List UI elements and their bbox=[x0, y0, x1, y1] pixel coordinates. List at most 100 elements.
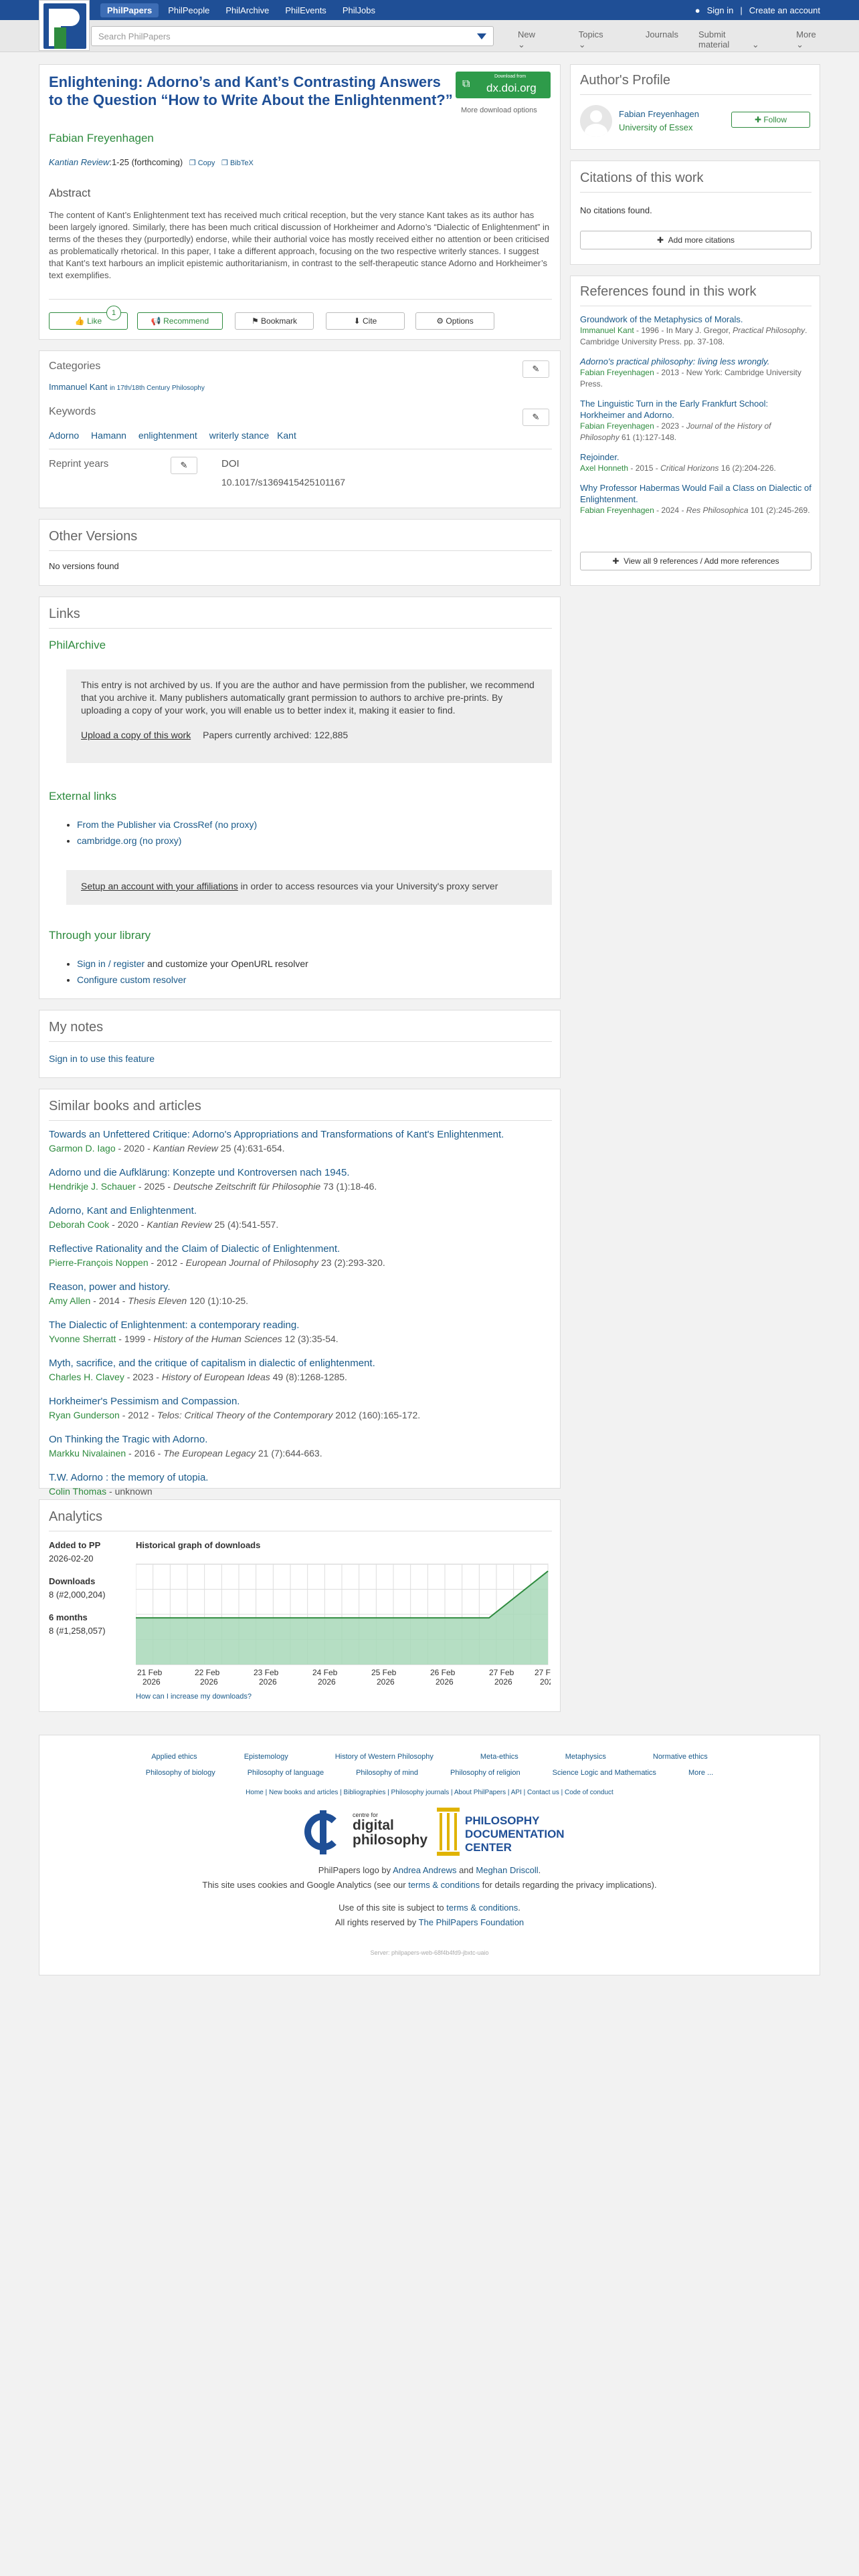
footer-link[interactable]: Epistemology bbox=[244, 1753, 288, 1761]
similar-title[interactable]: T.W. Adorno : the memory of utopia. bbox=[49, 1471, 552, 1485]
profile-name[interactable]: Fabian Freyenhagen bbox=[619, 109, 699, 119]
nav-philevents[interactable]: PhilEvents bbox=[278, 3, 332, 17]
footer-link[interactable]: API bbox=[511, 1789, 522, 1796]
similar-author[interactable]: Markku Nivalainen bbox=[49, 1448, 126, 1459]
add-citations-button[interactable]: ✚ Add more citations bbox=[580, 231, 812, 249]
subnav-journals[interactable]: Journals bbox=[646, 29, 678, 50]
upload-link[interactable]: Upload a copy of this work bbox=[81, 730, 191, 740]
foundation-link[interactable]: The PhilPapers Foundation bbox=[419, 1917, 524, 1927]
philpapers-logo[interactable] bbox=[39, 0, 90, 51]
reference-title[interactable]: Why Professor Habermas Would Fail a Clas… bbox=[580, 482, 812, 505]
reference-title[interactable]: Groundwork of the Metaphysics of Morals. bbox=[580, 314, 812, 325]
pdc-logo[interactable]: PHILOSOPHY DOCUMENTATION CENTER bbox=[434, 1808, 565, 1858]
subnav-more[interactable]: More ⌄ bbox=[796, 29, 839, 50]
footer-link[interactable]: History of Western Philosophy bbox=[335, 1753, 434, 1761]
reference-author[interactable]: Axel Honneth bbox=[580, 463, 628, 473]
footer-link[interactable]: Bibliographies bbox=[344, 1789, 386, 1796]
similar-author[interactable]: Hendrikje J. Schauer bbox=[49, 1181, 136, 1192]
proxy-link[interactable]: Setup an account with your affiliations bbox=[81, 881, 238, 891]
follow-button[interactable]: ✚ Follow bbox=[731, 112, 810, 128]
reference-title[interactable]: Rejoinder. bbox=[580, 451, 812, 463]
edit-categories-button[interactable]: ✎ bbox=[522, 360, 549, 378]
similar-author[interactable]: Colin Thomas bbox=[49, 1486, 106, 1497]
footer-link[interactable]: About PhilPapers bbox=[454, 1789, 506, 1796]
crossref-link[interactable]: From the Publisher via CrossRef (no prox… bbox=[77, 819, 257, 830]
category-sub[interactable]: in 17th/18th Century Philosophy bbox=[110, 385, 205, 392]
resolver-link[interactable]: Configure custom resolver bbox=[77, 974, 186, 985]
credit-link[interactable]: Andrea Andrews bbox=[393, 1865, 456, 1875]
category-link[interactable]: Immanuel Kant bbox=[49, 382, 107, 392]
similar-author[interactable]: Pierre-François Noppen bbox=[49, 1257, 149, 1268]
similar-author[interactable]: Charles H. Clavey bbox=[49, 1372, 124, 1382]
create-account-link[interactable]: Create an account bbox=[749, 5, 820, 15]
similar-author[interactable]: Garmon D. Iago bbox=[49, 1143, 116, 1154]
similar-title[interactable]: Horkheimer's Pessimism and Compassion. bbox=[49, 1395, 552, 1408]
similar-title[interactable]: Adorno, Kant and Enlightenment. bbox=[49, 1204, 552, 1218]
reference-author[interactable]: Fabian Freyenhagen bbox=[580, 506, 654, 515]
nav-philpapers[interactable]: PhilPapers bbox=[100, 3, 159, 17]
keyword[interactable]: Adorno bbox=[49, 430, 79, 441]
footer-link[interactable]: Science Logic and Mathematics bbox=[553, 1769, 656, 1777]
similar-title[interactable]: Myth, sacrifice, and the critique of cap… bbox=[49, 1357, 552, 1370]
reference-title[interactable]: The Linguistic Turn in the Early Frankfu… bbox=[580, 398, 812, 421]
footer-link[interactable]: More ... bbox=[688, 1769, 713, 1777]
download-button[interactable]: ⧉ Download from dx.doi.org bbox=[456, 72, 551, 98]
nav-philarchive[interactable]: PhilArchive bbox=[219, 3, 276, 17]
journal-link[interactable]: Kantian Review bbox=[49, 157, 109, 167]
similar-author[interactable]: Ryan Gunderson bbox=[49, 1410, 120, 1420]
footer-link[interactable]: Philosophy of language bbox=[248, 1769, 324, 1777]
footer-link[interactable]: Contact us bbox=[527, 1789, 559, 1796]
similar-title[interactable]: Reflective Rationality and the Claim of … bbox=[49, 1243, 552, 1256]
similar-author[interactable]: Amy Allen bbox=[49, 1295, 90, 1306]
similar-title[interactable]: The Dialectic of Enlightenment: a contem… bbox=[49, 1319, 552, 1332]
similar-title[interactable]: Towards an Unfettered Critique: Adorno's… bbox=[49, 1128, 552, 1142]
cambridge-link[interactable]: cambridge.org (no proxy) bbox=[77, 835, 181, 846]
avatar[interactable] bbox=[580, 105, 612, 137]
more-download-options[interactable]: More download options bbox=[461, 106, 537, 114]
footer-link[interactable]: New books and articles bbox=[269, 1789, 338, 1796]
terms-link[interactable]: terms & conditions bbox=[408, 1880, 480, 1890]
footer-link[interactable]: Philosophy of religion bbox=[450, 1769, 520, 1777]
similar-title[interactable]: Reason, power and history. bbox=[49, 1281, 552, 1294]
work-author[interactable]: Fabian Freyenhagen bbox=[49, 132, 154, 145]
footer-link[interactable]: Applied ethics bbox=[151, 1753, 197, 1761]
similar-author[interactable]: Yvonne Sherratt bbox=[49, 1333, 116, 1344]
reference-author[interactable]: Fabian Freyenhagen bbox=[580, 421, 654, 431]
footer-link[interactable]: Philosophy of mind bbox=[356, 1769, 418, 1777]
nav-philjobs[interactable]: PhilJobs bbox=[336, 3, 382, 17]
footer-link[interactable]: Meta-ethics bbox=[480, 1753, 518, 1761]
dropdown-arrow-icon[interactable] bbox=[477, 33, 486, 39]
similar-title[interactable]: On Thinking the Tragic with Adorno. bbox=[49, 1433, 552, 1446]
subnav-submit[interactable]: Submit material ⌄ bbox=[698, 29, 776, 50]
footer-link[interactable]: Home bbox=[246, 1789, 264, 1796]
bookmark-button[interactable]: ⚑ Bookmark bbox=[235, 312, 314, 330]
register-link[interactable]: Sign in / register bbox=[77, 958, 145, 969]
search-input[interactable]: Search PhilPapers bbox=[91, 26, 494, 46]
footer-link[interactable]: Normative ethics bbox=[653, 1753, 708, 1761]
keyword[interactable]: enlightenment bbox=[138, 430, 197, 441]
copy-link[interactable]: ❐ Copy bbox=[189, 159, 215, 167]
reference-author[interactable]: Immanuel Kant bbox=[580, 326, 634, 335]
increase-downloads-link[interactable]: How can I increase my downloads? bbox=[136, 1693, 252, 1701]
edit-reprint-button[interactable]: ✎ bbox=[171, 457, 197, 474]
keyword[interactable]: writerly stance bbox=[209, 430, 269, 441]
reference-author[interactable]: Fabian Freyenhagen bbox=[580, 368, 654, 377]
credit-link[interactable]: Meghan Driscoll bbox=[476, 1865, 538, 1875]
footer-link[interactable]: Metaphysics bbox=[565, 1753, 606, 1761]
keyword[interactable]: Hamann bbox=[91, 430, 126, 441]
bibtex-link[interactable]: ❐ BibTeX bbox=[221, 159, 254, 167]
profile-affiliation[interactable]: University of Essex bbox=[619, 122, 693, 132]
sign-in-link[interactable]: Sign in bbox=[707, 5, 734, 15]
keyword[interactable]: Kant bbox=[277, 430, 296, 441]
footer-link[interactable]: Philosophy of biology bbox=[146, 1769, 215, 1777]
similar-author[interactable]: Deborah Cook bbox=[49, 1219, 109, 1230]
footer-link[interactable]: Code of conduct bbox=[565, 1789, 613, 1796]
nav-philpeople[interactable]: PhilPeople bbox=[161, 3, 216, 17]
footer-link[interactable]: Philosophy journals bbox=[391, 1789, 450, 1796]
similar-title[interactable]: Adorno und die Aufklärung: Konzepte und … bbox=[49, 1166, 552, 1180]
subnav-topics[interactable]: Topics ⌄ bbox=[579, 29, 626, 50]
subnav-new[interactable]: New ⌄ bbox=[518, 29, 559, 50]
cdp-logo[interactable]: centre for digital philosophy bbox=[304, 1810, 427, 1857]
view-all-references-button[interactable]: ✚ View all 9 references / Add more refer… bbox=[580, 552, 812, 570]
notes-sign-in-link[interactable]: Sign in to use this feature bbox=[49, 1053, 155, 1064]
